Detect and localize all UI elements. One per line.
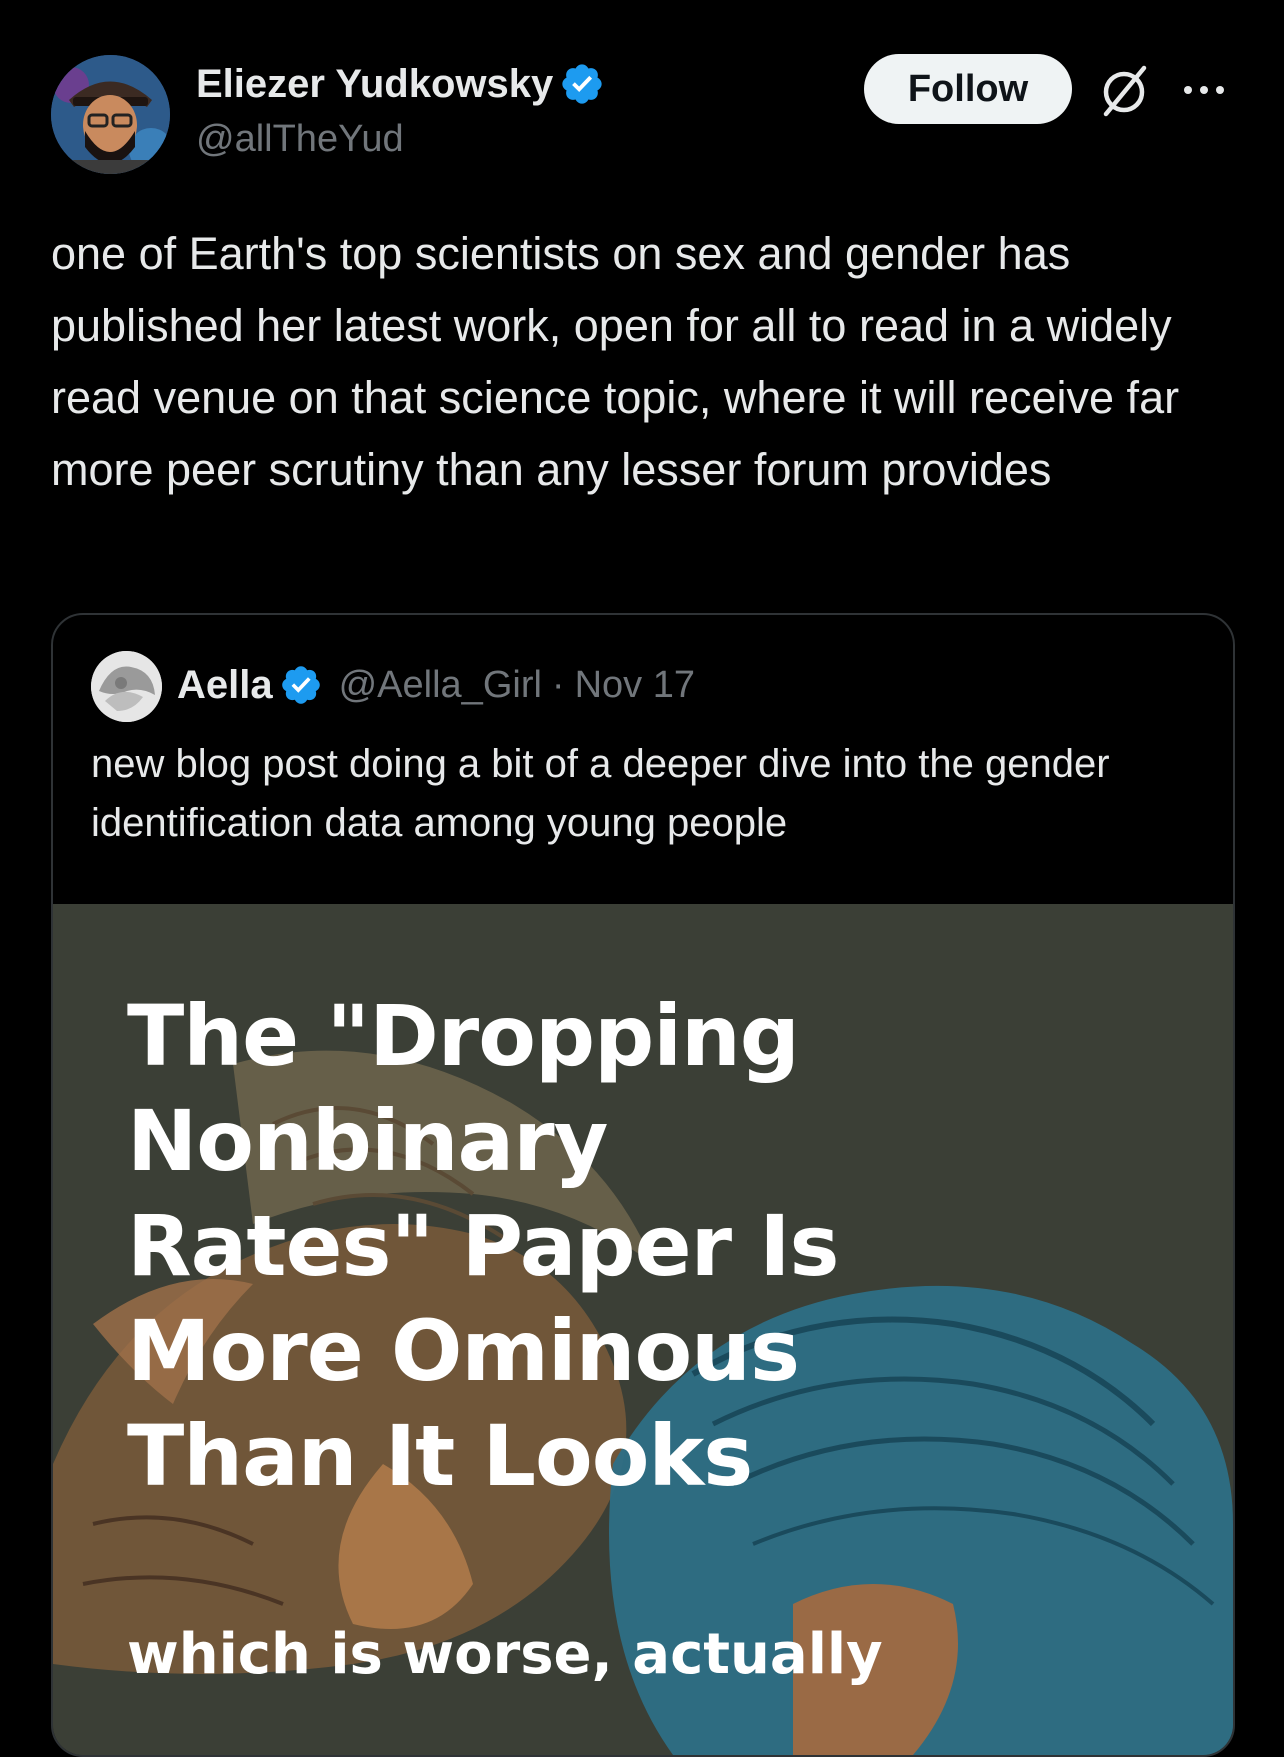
author-name-row[interactable]: Eliezer Yudkowsky — [196, 58, 605, 110]
author-handle[interactable]: @allTheYud — [196, 118, 404, 161]
image-headline: The "Dropping Nonbinary Rates" Paper Is … — [127, 987, 840, 1505]
quote-author-handle[interactable]: @Aella_Girl — [339, 664, 542, 707]
tweet-text: one of Earth's top scientists on sex and… — [51, 228, 1180, 495]
quote-text: new blog post doing a bit of a deeper di… — [91, 742, 1110, 845]
quote-verified-badge-icon — [281, 666, 320, 704]
quote-tweet-card[interactable]: Aella @Aella_Girl · Nov 17 new blog post… — [51, 613, 1235, 1757]
grok-icon[interactable] — [1098, 62, 1150, 118]
image-subhead: which is worse, actually — [127, 1622, 883, 1687]
quote-author-avatar[interactable] — [91, 651, 162, 722]
author-name[interactable]: Eliezer Yudkowsky — [196, 62, 553, 107]
verified-badge-icon — [562, 64, 602, 104]
quote-author-name[interactable]: Aella — [177, 663, 273, 708]
quote-media-image[interactable]: The "Dropping Nonbinary Rates" Paper Is … — [53, 904, 1233, 1755]
follow-button[interactable]: Follow — [864, 54, 1072, 124]
more-icon[interactable] — [1180, 78, 1228, 102]
quote-date[interactable]: Nov 17 — [575, 664, 695, 707]
author-avatar[interactable] — [51, 55, 170, 174]
quote-header: Aella @Aella_Girl · Nov 17 — [177, 655, 695, 715]
quote-separator: · — [551, 663, 565, 706]
